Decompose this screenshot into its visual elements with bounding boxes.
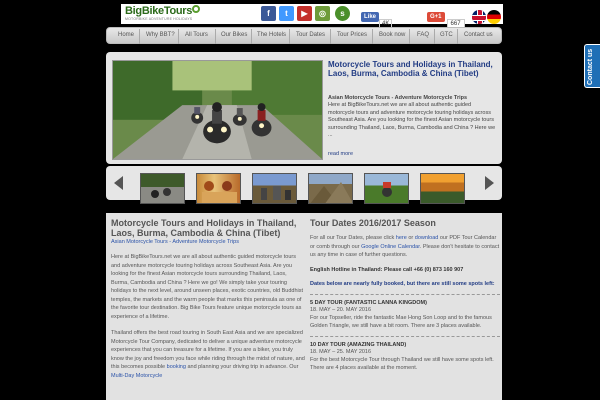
thumbnail[interactable]: [252, 173, 297, 204]
header-bar: BigBikeTours MOTORBIKE ADVENTURE HOLIDAY…: [121, 4, 503, 30]
motorcycle-riders-image: [113, 61, 322, 159]
google-calendar-link[interactable]: Google Online Calendar: [361, 244, 420, 250]
gplus-label: G+1: [427, 12, 445, 22]
nav-divider: [289, 29, 290, 44]
intro-text-b: or: [406, 235, 415, 241]
tour-dates-title: Tour Dates 2016/2017 Season: [310, 218, 436, 228]
nav-our-bikes[interactable]: Our Bikes: [221, 32, 247, 38]
intro-paragraph-2: Thailand offers the best road touring in…: [111, 329, 305, 380]
thumbnail[interactable]: [364, 173, 409, 204]
booking-link[interactable]: booking: [167, 364, 186, 370]
logo-subtitle: MOTORBIKE ADVENTURE HOLIDAYS: [125, 17, 193, 21]
contact-us-tab[interactable]: Contact us: [584, 44, 600, 88]
facebook-icon[interactable]: f: [261, 6, 276, 21]
youtube-icon[interactable]: ▶: [297, 6, 312, 21]
thumbnail[interactable]: [308, 173, 353, 204]
arrow-right-icon[interactable]: [485, 176, 494, 190]
nav-divider: [372, 29, 373, 44]
slide-title[interactable]: Motorcycle Tours and Holidays in Thailan…: [328, 60, 498, 78]
nav-divider: [139, 29, 140, 44]
content-area: Motorcycle Tours and Holidays in Thailan…: [106, 213, 502, 400]
tour-title: 5 DAY TOUR (FANTASTIC LANNA KINGDOM): [310, 293, 500, 306]
logo-ring-icon: [192, 5, 200, 13]
hotline-text: English Hotline in Thailand: Please call…: [310, 266, 464, 273]
availability-notice: Dates below are nearly fully booked, but…: [310, 281, 495, 287]
tour-description: For the best Motorcycle Tour through Tha…: [310, 356, 494, 372]
tour-date: 18. MAY – 25. MAY 2016: [310, 348, 372, 355]
here-link[interactable]: here: [396, 235, 407, 241]
nav-divider: [457, 29, 458, 44]
nav-contact-us[interactable]: Contact us: [464, 32, 493, 38]
facebook-like-button[interactable]: Like4K: [361, 12, 399, 29]
fb-like-label: Like: [361, 12, 380, 22]
nav-book-now[interactable]: Book now: [379, 32, 405, 38]
main-nav: Home Why BBT? All Tours Our Bikes The Ho…: [106, 27, 502, 44]
thumbnail-strip: [106, 166, 502, 204]
breadcrumb[interactable]: Asian Motorcycle Tours - Adventure Motor…: [111, 239, 305, 245]
twitter-icon[interactable]: t: [279, 6, 294, 21]
slide-subtitle: Asian Motorcycle Tours - Adventure Motor…: [328, 95, 468, 101]
intro-text-a: For all our Tour Dates, please click: [310, 235, 396, 241]
nav-divider: [434, 29, 435, 44]
intro-column: Motorcycle Tours and Holidays in Thailan…: [111, 218, 305, 400]
nav-all-tours[interactable]: All Tours: [185, 32, 208, 38]
tour-dates-column: Tour Dates 2016/2017 Season For all our …: [310, 218, 500, 400]
tripadvisor-icon[interactable]: ◎: [315, 6, 330, 21]
nav-tour-prices[interactable]: Tour Prices: [337, 32, 367, 38]
nav-divider: [215, 29, 216, 44]
nav-tour-dates[interactable]: Tour Dates: [296, 32, 325, 38]
nav-divider: [251, 29, 252, 44]
nav-gtc[interactable]: GTC: [440, 32, 453, 38]
google-plus-button[interactable]: G+1667: [427, 12, 465, 30]
contact-tab-label: Contact us: [587, 48, 594, 85]
slide-photo[interactable]: [112, 60, 323, 160]
intro-paragraph: Here at BigBikeTours.net we are all abou…: [111, 254, 304, 320]
nav-divider: [178, 29, 179, 44]
nav-faq[interactable]: FAQ: [417, 32, 429, 38]
nav-why-bbt[interactable]: Why BBT?: [146, 32, 175, 38]
thumbnail[interactable]: [420, 173, 465, 204]
flag-de-icon[interactable]: [487, 10, 501, 24]
arrow-left-icon[interactable]: [114, 176, 123, 190]
nav-divider: [330, 29, 331, 44]
tour-date: 18. MAY – 20. MAY 2016: [310, 306, 372, 313]
stumbleupon-icon[interactable]: s: [335, 6, 350, 21]
tour-dates-intro: For all our Tour Dates, please click her…: [310, 234, 500, 260]
multi-day-link[interactable]: Multi-Day Motorcycle: [111, 373, 162, 379]
featured-slider: Motorcycle Tours and Holidays in Thailan…: [106, 52, 502, 164]
tour-title: 10 DAY TOUR (AMAZING THAILAND): [310, 335, 500, 348]
tour-description: For our Topseller, ride the fantastic Ma…: [310, 314, 492, 330]
para2-text-b: and planning your driving trip in advanc…: [185, 364, 299, 370]
flag-uk-icon[interactable]: [472, 10, 486, 24]
download-link[interactable]: download: [415, 235, 439, 241]
thumbnail[interactable]: [140, 173, 185, 204]
site-logo[interactable]: BigBikeTours MOTORBIKE ADVENTURE HOLIDAY…: [123, 5, 200, 22]
thumbnail[interactable]: [196, 173, 241, 204]
read-more-link[interactable]: read more: [328, 151, 353, 157]
logo-text: BigBikeTours: [125, 5, 193, 17]
slide-text: Here at BigBikeTours.net we are all abou…: [328, 102, 496, 138]
nav-divider: [409, 29, 410, 44]
nav-the-hotels[interactable]: The Hotels: [257, 32, 286, 38]
nav-home[interactable]: Home: [118, 32, 134, 38]
page-title: Motorcycle Tours and Holidays in Thailan…: [111, 218, 297, 238]
